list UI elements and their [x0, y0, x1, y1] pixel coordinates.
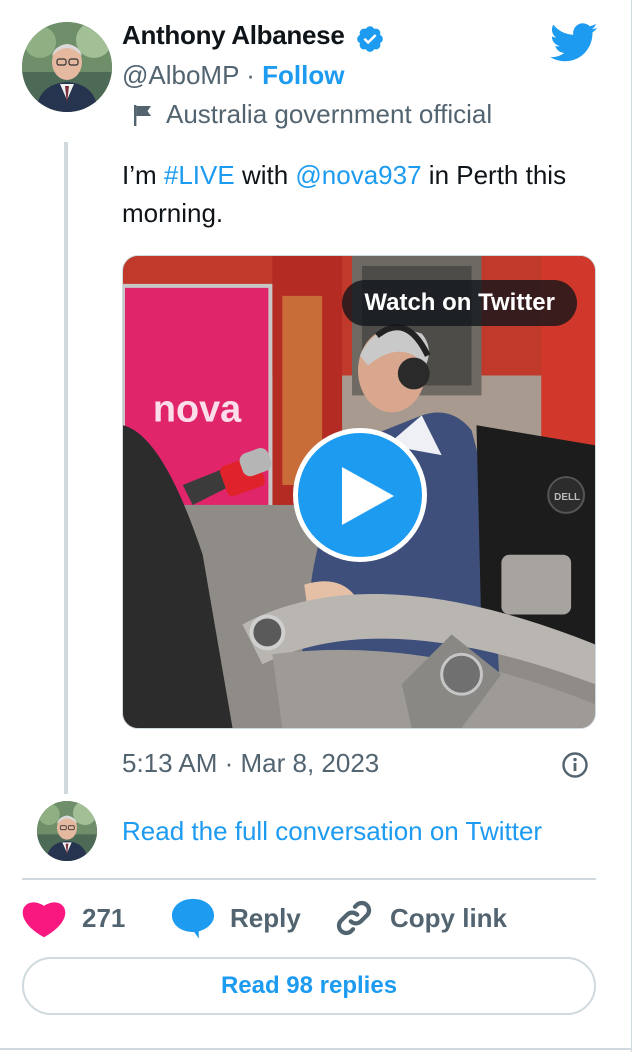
flag-icon [134, 104, 151, 126]
hashtag-link[interactable]: #LIVE [164, 160, 235, 190]
government-label-text: Australia government official [166, 99, 493, 129]
card-bottom-border [0, 1048, 632, 1050]
watch-on-twitter-button[interactable]: Watch on Twitter [342, 280, 577, 326]
tweet-text-segment: with [234, 160, 296, 190]
government-label: Australia government official [132, 99, 492, 130]
tweet-text-segment: I’m [122, 160, 164, 190]
follow-button[interactable]: Follow [262, 60, 344, 90]
divider [22, 878, 596, 880]
heart-icon [22, 902, 66, 938]
handle-row: @AlboMP · Follow [122, 60, 344, 91]
author-avatar[interactable] [22, 22, 112, 112]
author-name[interactable]: Anthony Albanese [122, 20, 345, 51]
nova-sign-text: nova [153, 388, 242, 430]
monitor-brand-text: DELL [554, 492, 580, 503]
reply-button[interactable]: Reply [170, 894, 301, 942]
play-icon [342, 467, 394, 525]
copy-link-button[interactable]: Copy link [332, 894, 507, 942]
copy-link-label: Copy link [390, 902, 508, 933]
tweet-timestamp[interactable]: 5:13 AM · Mar 8, 2023 [122, 748, 379, 779]
thread-line [64, 142, 68, 794]
twitter-logo-icon[interactable] [550, 22, 598, 64]
mention-link[interactable]: @nova937 [295, 160, 421, 190]
author-avatar-small[interactable] [37, 801, 97, 861]
read-replies-button[interactable]: Read 98 replies [22, 957, 596, 1015]
reply-label: Reply [230, 902, 301, 933]
author-handle[interactable]: @AlboMP [122, 60, 239, 90]
separator: · [246, 60, 255, 90]
read-full-conversation-link[interactable]: Read the full conversation on Twitter [122, 816, 542, 847]
reply-bubble-icon [171, 898, 215, 939]
video-thumbnail[interactable]: nova DELL Watch on Twitter [122, 255, 596, 729]
verified-badge-icon [357, 26, 383, 52]
like-count: 271 [82, 902, 126, 933]
tweet-text: I’m #LIVE with @nova937 in Perth this mo… [122, 156, 602, 232]
info-icon[interactable] [561, 751, 589, 779]
like-button[interactable]: 271 [22, 894, 125, 942]
play-button[interactable] [293, 428, 427, 562]
link-icon [336, 900, 372, 936]
tweet-card: Anthony Albanese @AlboMP · Follow Austra… [0, 0, 632, 1052]
